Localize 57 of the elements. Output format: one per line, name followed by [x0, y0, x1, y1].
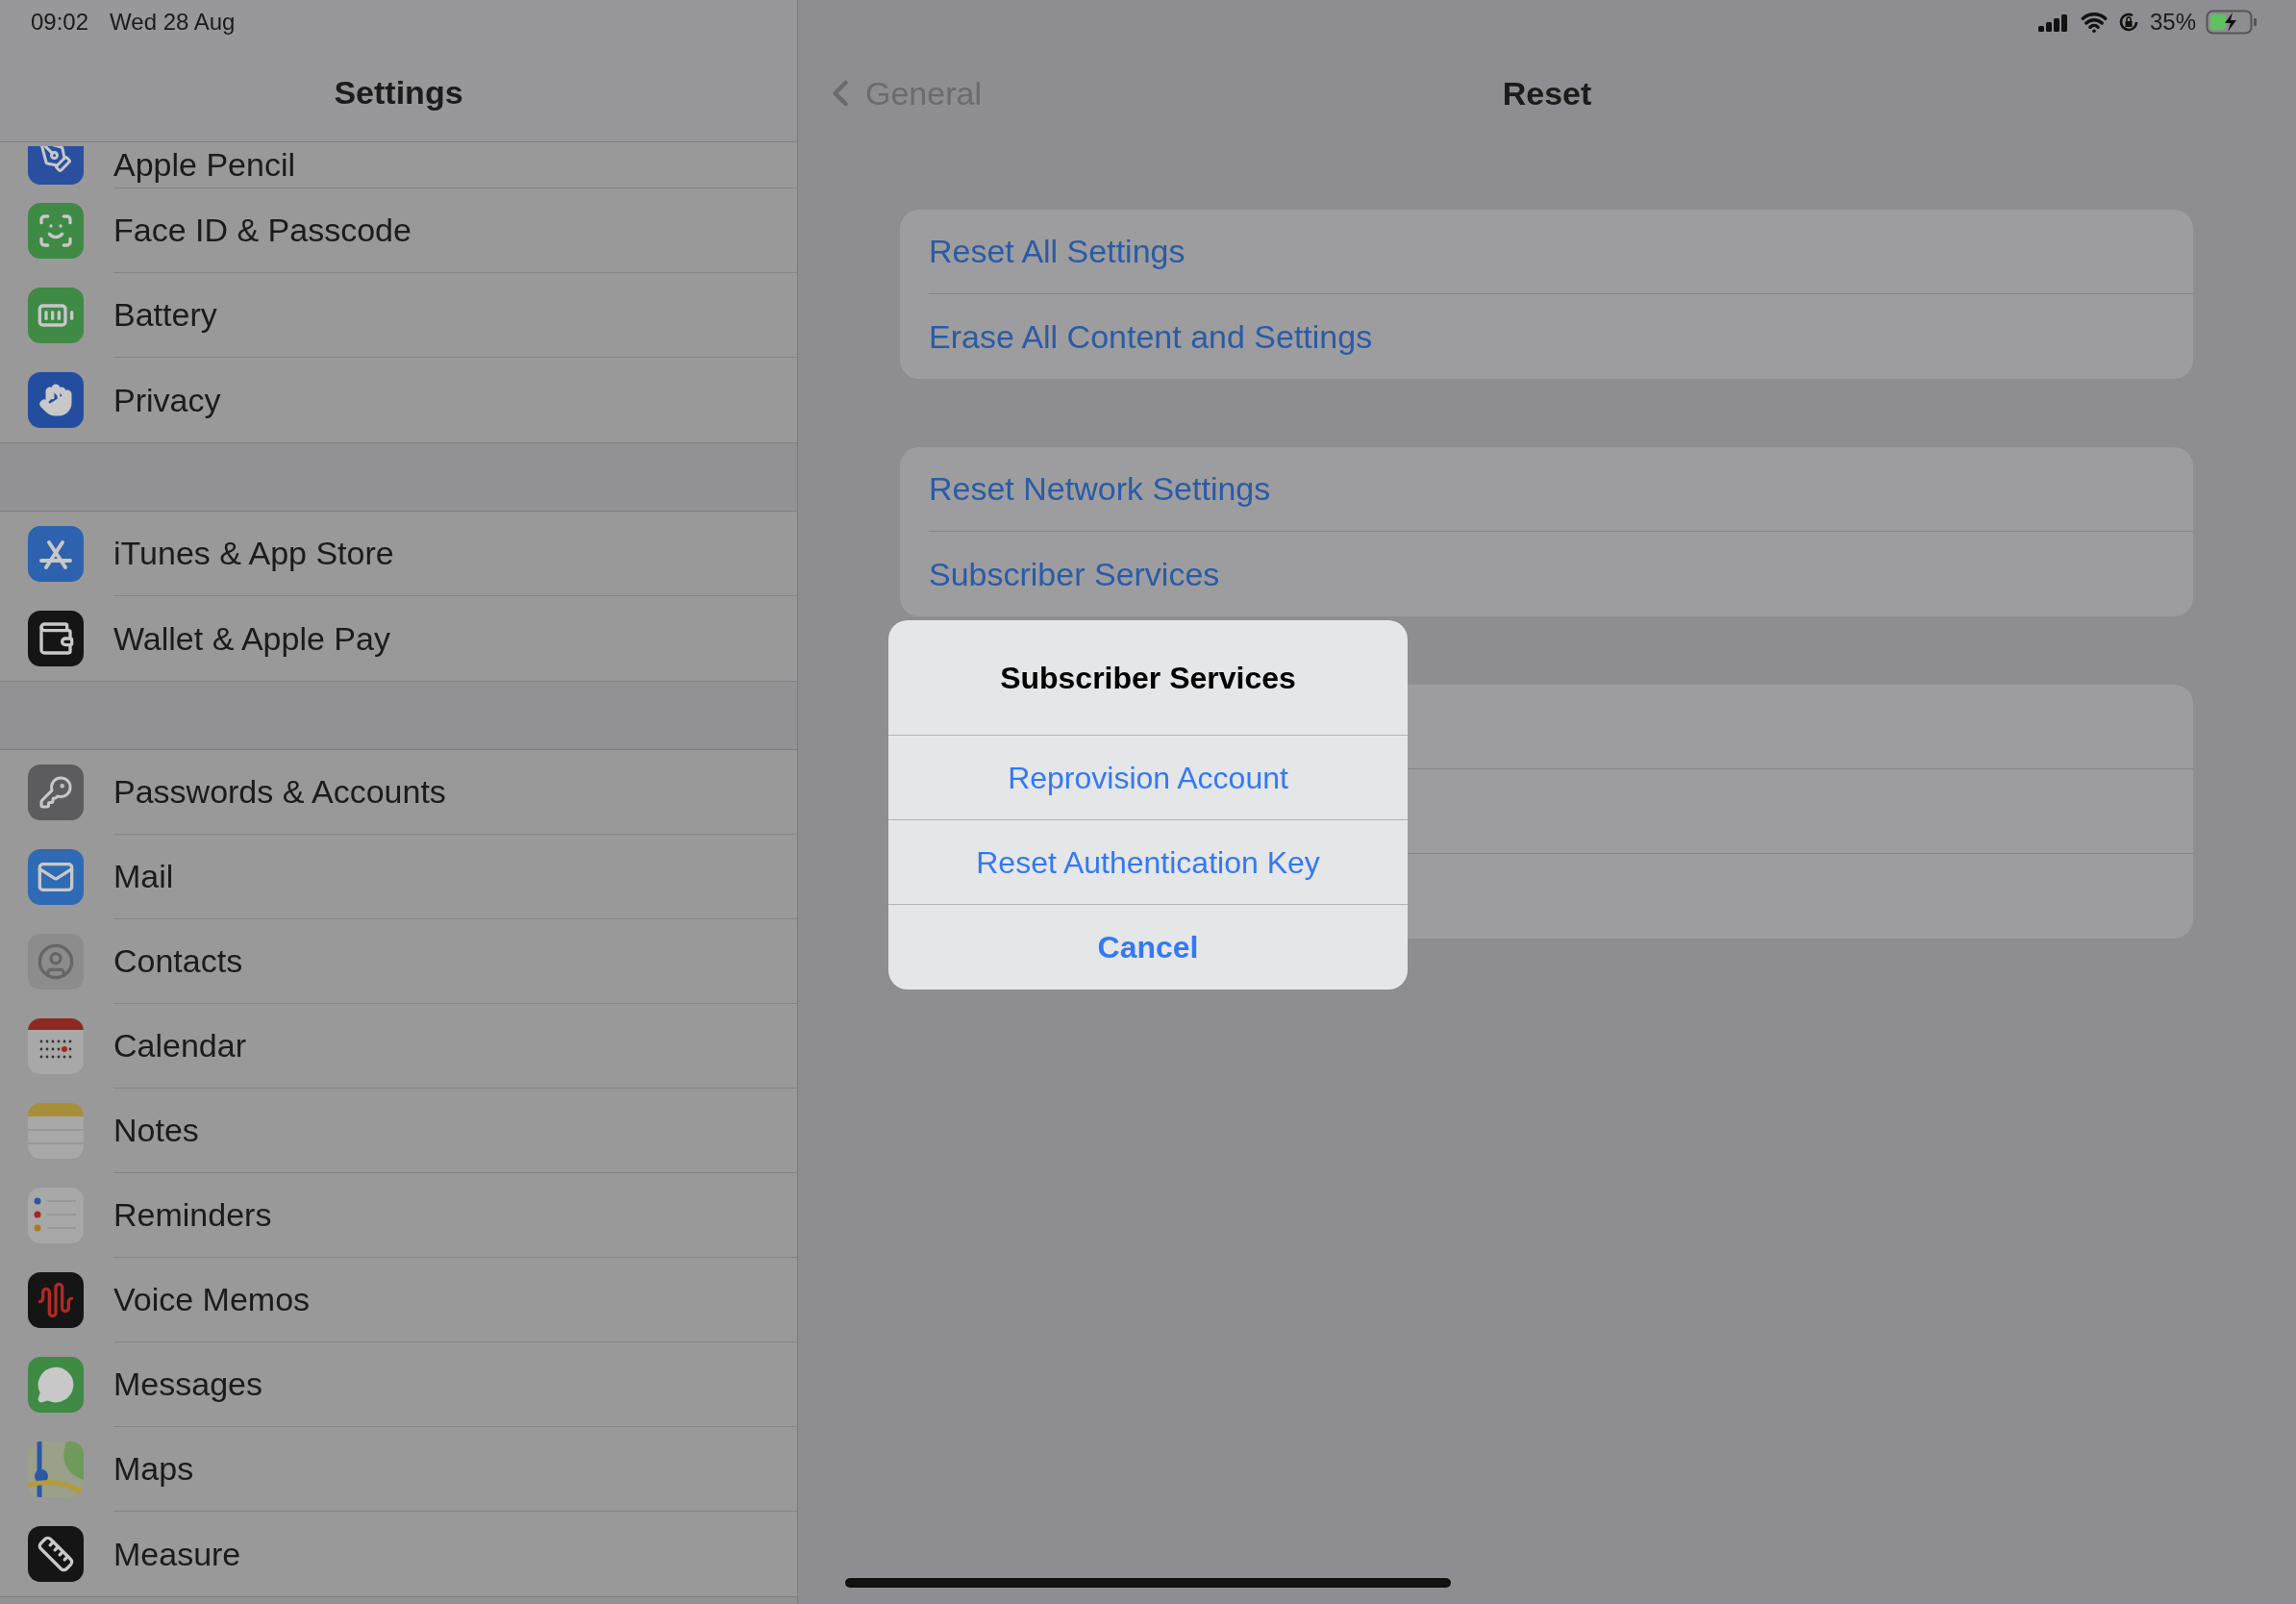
status-date: Wed 28 Aug	[110, 8, 236, 37]
settings-row[interactable]: Maps	[0, 1427, 797, 1512]
row-label: Notes	[113, 1111, 199, 1150]
app-store-icon	[28, 526, 84, 582]
settings-row[interactable]: Voice Memos	[0, 1258, 797, 1342]
row-label: Face ID & Passcode	[113, 211, 412, 250]
battery-percent: 35%	[2149, 8, 2196, 37]
alert-action[interactable]: Reprovision Account	[888, 736, 1408, 820]
settings-row[interactable]: Wallet & Apple Pay	[0, 596, 797, 681]
notepad-icon	[28, 1103, 84, 1159]
speech-bubble-icon	[28, 1357, 84, 1413]
sidebar-title: Settings	[334, 73, 463, 113]
settings-row[interactable]: Mail	[0, 835, 797, 919]
alert-action[interactable]: Cancel	[888, 905, 1408, 990]
settings-row[interactable]: Calendar	[0, 1004, 797, 1089]
row-label: Wallet & Apple Pay	[113, 618, 390, 659]
map-icon	[28, 1441, 84, 1497]
settings-row[interactable]: Contacts	[0, 919, 797, 1004]
ruler-icon	[28, 1526, 84, 1582]
settings-row[interactable]: Battery	[0, 273, 797, 358]
row-label: Apple Pencil	[113, 145, 295, 185]
settings-row[interactable]: Reminders	[0, 1173, 797, 1258]
calendar-icon	[28, 1018, 84, 1074]
row-label: Voice Memos	[113, 1280, 311, 1319]
row-label: Measure	[113, 1534, 241, 1574]
status-time: 09:02	[31, 8, 89, 37]
settings-row[interactable]: Messages	[0, 1342, 797, 1427]
key-icon	[28, 764, 84, 820]
row-label: Maps	[113, 1449, 194, 1489]
row-label: Messages	[113, 1365, 262, 1404]
alert-title: Subscriber Services	[1000, 659, 1296, 697]
alert-action[interactable]: Reset Authentication Key	[888, 820, 1408, 905]
settings-row[interactable]: Notes	[0, 1089, 797, 1173]
row-label: iTunes & App Store	[113, 534, 394, 573]
row-label: Mail	[113, 857, 174, 896]
envelope-icon	[28, 849, 84, 905]
settings-row[interactable]: Measure	[0, 1512, 797, 1596]
row-label: Battery	[113, 295, 217, 335]
person-icon	[28, 934, 84, 990]
settings-row[interactable]: Privacy	[0, 358, 797, 442]
face-scan-icon	[28, 203, 84, 259]
settings-row[interactable]: Face ID & Passcode	[0, 188, 797, 273]
row-label: Calendar	[113, 1026, 246, 1065]
list-icon	[28, 1188, 84, 1243]
page-title: Reset	[1502, 73, 1592, 113]
settings-row[interactable]: iTunes & App Store	[0, 512, 797, 596]
settings-row[interactable]: Passwords & Accounts	[0, 750, 797, 835]
settings-row[interactable]: Apple Pencil	[0, 142, 797, 188]
row-label: Passwords & Accounts	[113, 772, 446, 812]
battery-icon	[28, 288, 84, 343]
battery-charging-icon	[2206, 10, 2258, 35]
waveform-icon	[28, 1272, 84, 1328]
row-label: Contacts	[113, 941, 243, 981]
wallet-icon	[28, 611, 84, 666]
row-label: Reminders	[113, 1195, 272, 1235]
hand-icon	[28, 372, 84, 428]
row-label: Privacy	[113, 380, 221, 420]
